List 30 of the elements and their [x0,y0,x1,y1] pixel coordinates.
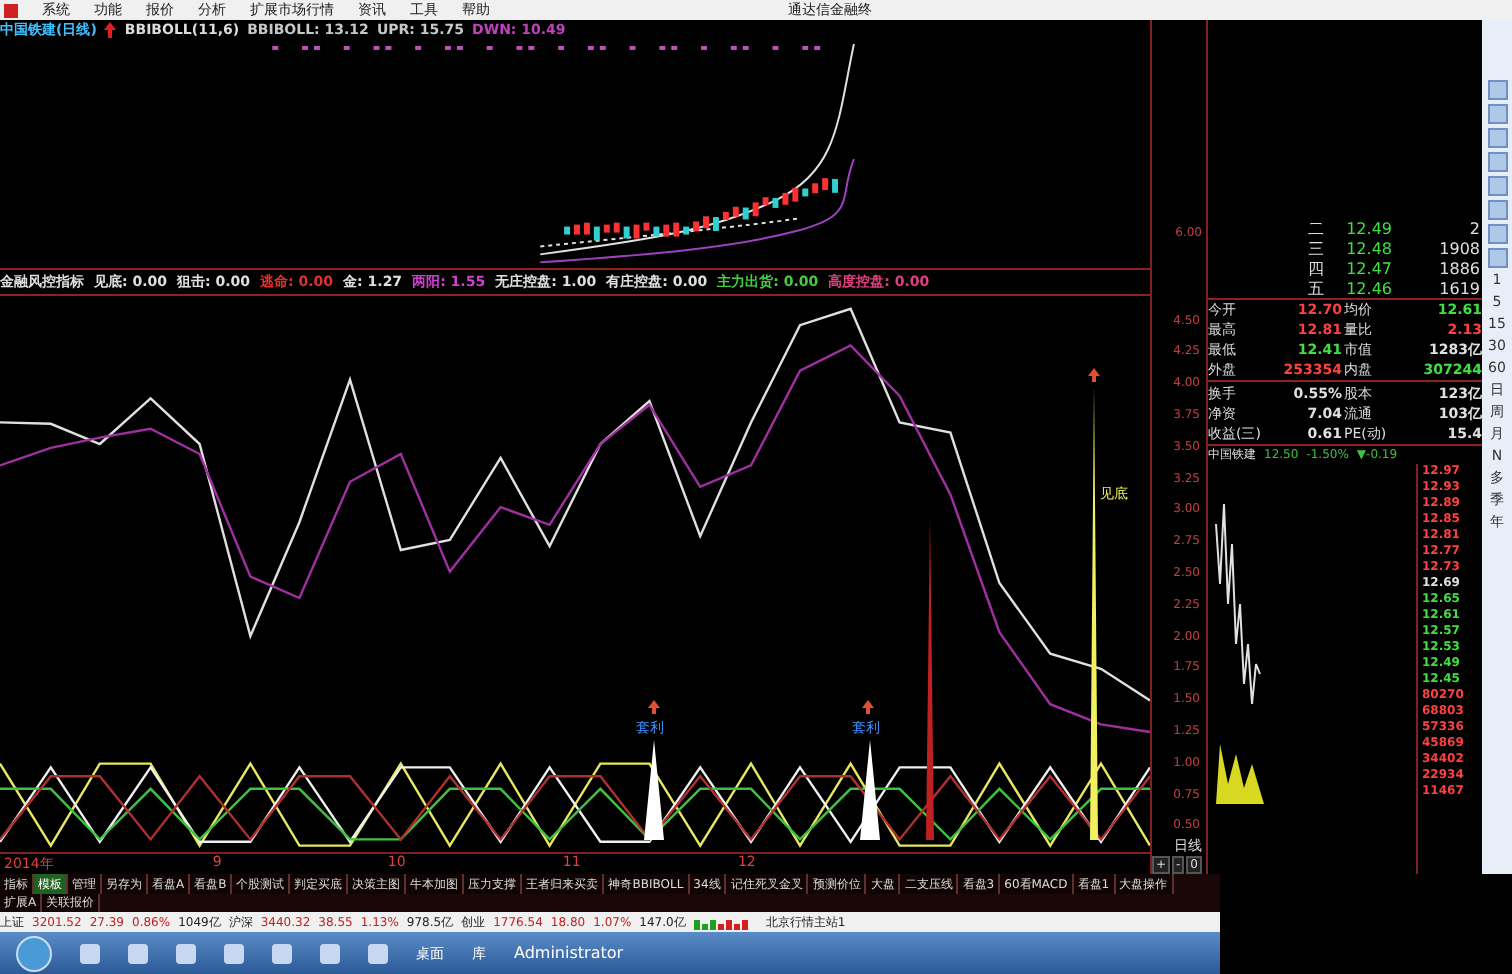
arrow-up-icon [104,21,117,38]
taskbar-app-icon[interactable] [80,943,100,963]
spike-marker [644,739,664,840]
order-volume: 1619 [1437,280,1480,298]
order-level: 四 [1306,258,1324,280]
taskbar-app-icon[interactable] [368,943,388,963]
order-price: 12.46 [1344,280,1392,298]
order-price: 12.48 [1344,240,1392,258]
taskbar-app-icon[interactable] [224,943,244,963]
order-price: 12.47 [1344,260,1392,278]
app-logo-icon [4,3,18,17]
spike-marker [860,739,880,840]
order-price: 12.49 [1344,220,1392,238]
order-volume: 1908 [1437,240,1480,258]
taskbar-app-icon[interactable] [176,943,196,963]
taskbar-app-icon[interactable] [320,943,340,963]
start-button[interactable] [16,935,52,971]
arrow-up-icon [862,699,874,714]
order-volume: 1886 [1437,260,1480,278]
order-level: 二 [1306,218,1324,240]
market-breadth-icon [693,914,750,930]
arrow-up-icon [648,699,660,714]
taskbar-app-icon[interactable] [272,943,292,963]
order-level: 三 [1306,238,1324,260]
taskbar-item[interactable]: Administrator [514,944,624,962]
taskbar-app-icon[interactable] [128,943,148,963]
arrow-up-icon [1088,367,1100,382]
order-level: 五 [1306,278,1324,300]
volume-area [1216,744,1264,804]
order-volume: 2 [1467,220,1480,238]
